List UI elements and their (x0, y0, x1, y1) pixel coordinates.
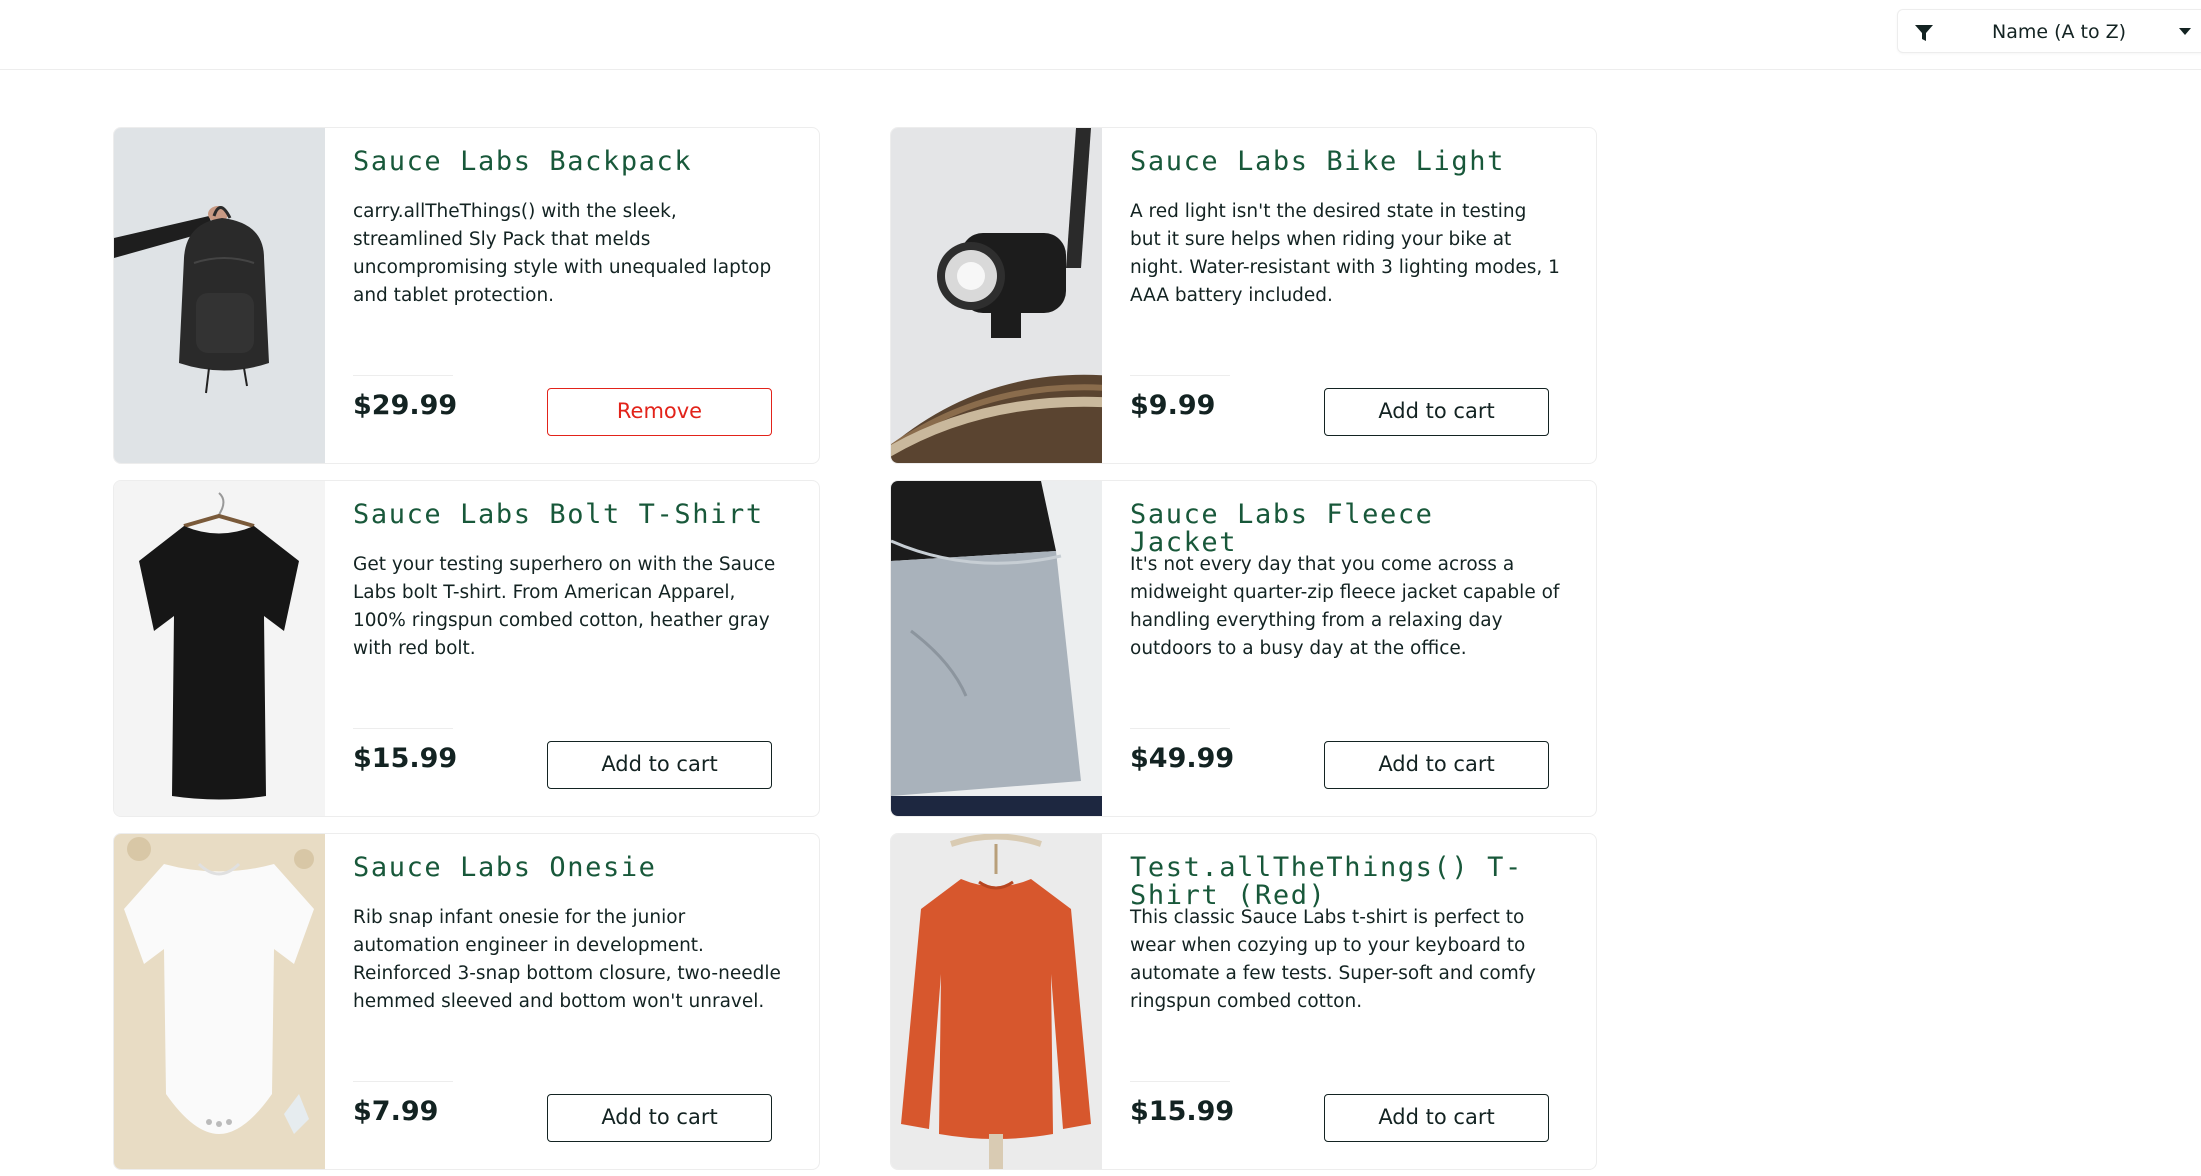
filter-icon (1915, 25, 1933, 41)
product-description: This classic Sauce Labs t-shirt is perfe… (1130, 907, 1536, 1012)
add-to-cart-button[interactable]: Add to cart (1324, 1094, 1549, 1142)
add-to-cart-button[interactable]: Add to cart (1324, 741, 1549, 789)
inventory-item: Sauce Labs Bike Light A red light isn't … (890, 127, 1597, 464)
fleece-jacket-image[interactable] (891, 481, 1102, 816)
add-to-cart-button[interactable]: Add to cart (547, 1094, 772, 1142)
header-bar: Name (A to Z) (0, 0, 2201, 70)
price-divider (1130, 728, 1230, 729)
price-divider (353, 1081, 453, 1082)
inventory-item: Sauce Labs Backpack carry.allTheThings()… (113, 127, 820, 464)
price-divider (1130, 1081, 1230, 1082)
product-description: carry.allTheThings() with the sleek, str… (353, 201, 772, 306)
inventory-item: Sauce Labs Fleece Jacket It's not every … (890, 480, 1597, 817)
product-title[interactable]: Sauce Labs Bolt T-Shirt (353, 501, 773, 529)
t-shirt-image[interactable] (114, 481, 325, 816)
inventory-item: Test.allTheThings() T-Shirt (Red) This c… (890, 833, 1597, 1170)
product-title[interactable]: Sauce Labs Bike Light (1130, 148, 1550, 176)
product-description: A red light isn't the desired state in t… (1130, 201, 1560, 306)
product-price: $9.99 (1130, 390, 1216, 421)
product-price: $15.99 (1130, 1096, 1235, 1127)
product-price: $29.99 (353, 390, 458, 421)
product-title[interactable]: Sauce Labs Backpack (353, 148, 773, 176)
price-divider (353, 375, 453, 376)
inventory-item: Sauce Labs Onesie Rib snap infant onesie… (113, 833, 820, 1170)
add-to-cart-button[interactable]: Add to cart (547, 741, 772, 789)
sort-dropdown[interactable]: Name (A to Z) (1897, 9, 2201, 53)
product-description: Rib snap infant onesie for the junior au… (353, 907, 781, 1012)
product-title[interactable]: Sauce Labs Fleece Jacket (1130, 501, 1550, 557)
price-divider (353, 728, 453, 729)
red-sweatshirt-image[interactable] (891, 834, 1102, 1169)
product-title[interactable]: Test.allTheThings() T-Shirt (Red) (1130, 854, 1550, 910)
chevron-down-icon (2179, 28, 2191, 35)
backpack-image[interactable] (114, 128, 325, 463)
product-price: $49.99 (1130, 743, 1235, 774)
product-price: $7.99 (353, 1096, 439, 1127)
remove-button[interactable]: Remove (547, 388, 772, 436)
price-divider (1130, 375, 1230, 376)
product-price: $15.99 (353, 743, 458, 774)
onesie-image[interactable] (114, 834, 325, 1169)
add-to-cart-button[interactable]: Add to cart (1324, 388, 1549, 436)
product-description: It's not every day that you come across … (1130, 554, 1560, 659)
inventory-item: Sauce Labs Bolt T-Shirt Get your testing… (113, 480, 820, 817)
bike-light-image[interactable] (891, 128, 1102, 463)
product-description: Get your testing superhero on with the S… (353, 554, 776, 659)
product-title[interactable]: Sauce Labs Onesie (353, 854, 773, 882)
sort-selected-label: Name (A to Z) (1992, 21, 2127, 43)
